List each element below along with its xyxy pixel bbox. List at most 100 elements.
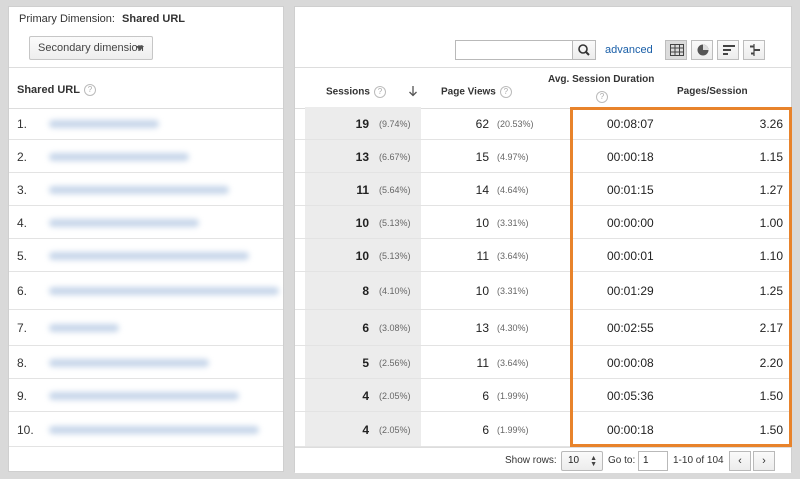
page-views-value: 11: [476, 248, 489, 263]
sessions-percent: (2.05%): [379, 390, 411, 401]
show-rows-select[interactable]: 10 ▲ ▼: [561, 451, 603, 471]
prev-page-button[interactable]: ‹: [729, 451, 751, 471]
sessions-header[interactable]: Sessions?: [326, 86, 386, 98]
sessions-percent: (5.64%): [379, 184, 411, 195]
search-button[interactable]: [572, 40, 596, 60]
chevron-left-icon: ‹: [738, 455, 742, 467]
page-views-percent: (20.53%): [497, 118, 534, 129]
table-row[interactable]: 7.: [9, 310, 283, 346]
avg-session-duration-header[interactable]: Avg. Session Duration: [548, 74, 654, 85]
page-views-value: 10: [475, 215, 489, 230]
row-number: 5.: [17, 248, 28, 263]
row-number: 8.: [17, 355, 28, 370]
sessions-percent: (6.67%): [379, 151, 411, 162]
secondary-dimension-label: Secondary dimension: [38, 42, 144, 54]
pages-per-session-header[interactable]: Pages/Session: [677, 86, 748, 97]
blurred-url[interactable]: [49, 119, 159, 128]
sessions-percent: (5.13%): [379, 217, 411, 228]
page-views-percent: (3.64%): [497, 250, 529, 261]
sessions-percent: (2.56%): [379, 357, 411, 368]
table-row[interactable]: 6.: [9, 272, 283, 310]
table-row[interactable]: 9.: [9, 379, 283, 412]
goto-page-input[interactable]: 1: [638, 451, 668, 471]
goto-label: Go to:: [608, 455, 636, 466]
page-views-percent: (1.99%): [497, 390, 529, 401]
secondary-dimension-dropdown[interactable]: Secondary dimension: [29, 36, 153, 60]
search-icon: [578, 44, 590, 56]
page-views-percent: (4.30%): [497, 323, 529, 333]
performance-view-icon: [723, 45, 735, 55]
chevron-down-icon: [136, 46, 144, 51]
table-search-input[interactable]: [455, 40, 573, 60]
table-row[interactable]: 2.: [9, 140, 283, 173]
row-number: 7.: [17, 321, 28, 335]
row-number: 6.: [17, 284, 28, 298]
help-icon[interactable]: ?: [83, 84, 96, 97]
blurred-url[interactable]: [49, 391, 239, 400]
table-row[interactable]: 3.: [9, 173, 283, 206]
blurred-url[interactable]: [49, 358, 209, 367]
blurred-url[interactable]: [49, 251, 249, 260]
blurred-url[interactable]: [49, 185, 229, 194]
blurred-url[interactable]: [49, 218, 199, 227]
row-number: 10.: [17, 422, 34, 437]
sessions-value: 13: [355, 149, 369, 164]
pie-view-button[interactable]: [691, 40, 713, 60]
table-row[interactable]: 4.: [9, 206, 283, 239]
page-views-value: 10: [475, 284, 489, 298]
table-view-icon: [670, 44, 684, 56]
sessions-percent: (9.74%): [379, 118, 411, 129]
page-views-value: 14: [475, 182, 489, 197]
help-icon[interactable]: ?: [499, 86, 512, 98]
page-views-header[interactable]: Page Views?: [441, 86, 512, 98]
sessions-percent: (3.08%): [379, 323, 411, 333]
show-rows-label: Show rows:: [505, 455, 557, 466]
row-number: 9.: [17, 388, 28, 403]
next-page-button[interactable]: ›: [753, 451, 775, 471]
sessions-value: 11: [356, 182, 369, 197]
sessions-value: 5: [362, 355, 369, 370]
comparison-view-button[interactable]: [743, 40, 765, 60]
sessions-value: 10: [355, 215, 369, 230]
row-number: 3.: [17, 182, 28, 197]
row-number: 2.: [17, 149, 28, 164]
help-icon[interactable]: ?: [596, 91, 608, 103]
advanced-filter-link[interactable]: advanced: [605, 44, 653, 56]
page-views-header-label: Page Views: [441, 86, 496, 98]
shared-url-column-header: Shared URL?: [9, 67, 283, 109]
primary-dimension: Primary Dimension: Shared URL: [19, 13, 185, 25]
blurred-url[interactable]: [49, 152, 189, 161]
blurred-url[interactable]: [49, 425, 259, 434]
sessions-header-label: Sessions: [326, 86, 370, 98]
sessions-value: 4: [362, 422, 369, 437]
table-row[interactable]: 10.: [9, 412, 283, 447]
page-views-value: 62: [475, 116, 489, 131]
table-row[interactable]: 5.: [9, 239, 283, 272]
performance-view-button[interactable]: [717, 40, 739, 60]
chevron-right-icon: ›: [762, 455, 766, 467]
sessions-value: 10: [355, 248, 369, 263]
row-number: 4.: [17, 215, 28, 230]
page-views-value: 15: [475, 149, 489, 164]
sessions-value: 19: [355, 116, 369, 131]
highlight-box: [570, 107, 792, 447]
sort-arrow-down-icon[interactable]: [408, 85, 418, 97]
metrics-panel: advanced Sessions? Page Views ? Avg. Ses…: [294, 6, 792, 473]
page-views-percent: (3.31%): [497, 286, 529, 296]
page-views-percent: (1.99%): [497, 424, 529, 435]
sessions-percent: (4.10%): [379, 286, 411, 296]
row-number: 1.: [17, 116, 28, 131]
dimension-panel: Primary Dimension: Shared URL Secondary …: [8, 6, 284, 472]
comparison-view-icon: [750, 44, 760, 56]
primary-dimension-value[interactable]: Shared URL: [122, 13, 185, 25]
blurred-url[interactable]: [49, 287, 279, 295]
table-row[interactable]: 1.: [9, 107, 283, 140]
page-views-percent: (4.97%): [497, 151, 529, 162]
page-views-value: 11: [476, 355, 489, 370]
page-views-value: 6: [482, 388, 489, 403]
select-arrows-icon: ▲ ▼: [590, 455, 597, 468]
table-row[interactable]: 8.: [9, 346, 283, 379]
table-view-button[interactable]: [665, 40, 687, 60]
help-icon[interactable]: ?: [373, 86, 386, 98]
blurred-url[interactable]: [49, 324, 119, 332]
